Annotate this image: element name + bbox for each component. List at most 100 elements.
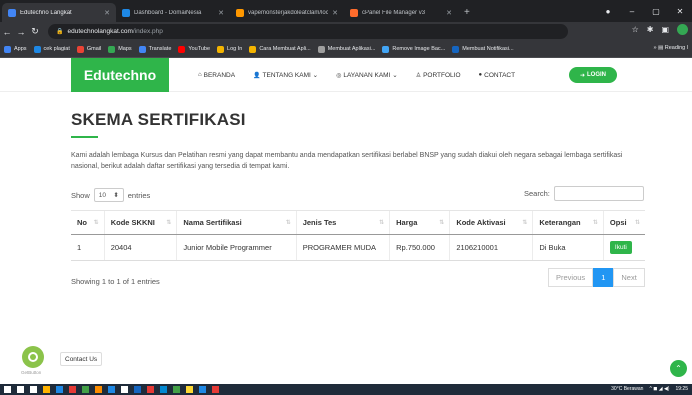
login-label: LOGIN (587, 72, 607, 78)
bookmark-label: Remove Image Bac... (392, 46, 446, 52)
table-header-row: No ⇅ Kode SKKNI ⇅ Nama Sertifikasi ⇅ Jenis Tes… (71, 210, 645, 235)
forward-icon[interactable]: → (14, 27, 28, 37)
page-title: SKEMA SERTIFIKASI (71, 110, 246, 129)
taskbar-app-icon[interactable] (121, 386, 128, 393)
bookmark-item[interactable]: YouTube (178, 45, 211, 53)
browser-tab[interactable]: cPanel File Manager v3 ✕ (344, 3, 458, 22)
column-header[interactable]: Keterangan ⇅ (532, 210, 604, 235)
taskbar-app-icon[interactable] (199, 386, 206, 393)
previous-button[interactable]: Previous (548, 268, 594, 287)
next-button[interactable]: Next (613, 268, 645, 287)
contact-us-tooltip[interactable]: Contact Us (60, 352, 103, 366)
tray-icons[interactable]: ^ ◼ ◢ ◀) (649, 386, 669, 392)
maximize-button[interactable]: ▢ (644, 7, 668, 16)
bookmark-item[interactable]: Translate (138, 45, 172, 53)
reading-list[interactable]: » ▤ Reading l (653, 45, 688, 51)
taskbar-app-icon[interactable] (134, 386, 141, 393)
table-cell: Junior Mobile Programmer (176, 234, 297, 261)
brand-logo[interactable]: Edutechno (71, 58, 169, 92)
bookmark-item[interactable]: Membuat Notifikasi... (452, 45, 514, 53)
page-1-button[interactable]: 1 (593, 268, 614, 287)
sort-icon: ⇅ (285, 220, 291, 226)
column-header[interactable]: Nama Sertifikasi ⇅ (176, 210, 297, 235)
windows-start-icon[interactable] (4, 386, 11, 393)
taskbar-app-icon[interactable] (17, 386, 24, 393)
weather-status[interactable]: 30°C Berawan (611, 386, 643, 392)
taskbar-app-icon[interactable] (160, 386, 167, 393)
nav-item[interactable]: 👤 TENTANG KAMI ⌄ (253, 71, 318, 79)
taskbar-app-icon[interactable] (82, 386, 89, 393)
nav-item[interactable]: ⌂ BERANDA (198, 72, 235, 79)
column-header[interactable]: Opsi ⇅ (602, 210, 645, 235)
new-tab-button[interactable]: + (458, 3, 476, 22)
taskbar-app-icon[interactable] (212, 386, 219, 393)
profile-icon[interactable]: ● (596, 7, 620, 16)
taskbar-app-icon[interactable] (147, 386, 154, 393)
nav-item[interactable]: ◎ LAYANAN KAMI ⌄ (336, 71, 398, 79)
tab-close-icon[interactable]: ✕ (218, 9, 224, 17)
column-header[interactable]: Harga ⇅ (389, 210, 450, 235)
taskbar-app-icon[interactable] (43, 386, 50, 393)
entries-select[interactable]: 10 ⬍ (93, 188, 124, 202)
column-header-label: No (77, 218, 87, 227)
profile-avatar[interactable] (677, 24, 688, 35)
login-button[interactable]: ➜ LOGIN (569, 67, 617, 83)
table-cell: Rp.750.000 (389, 234, 450, 261)
nav-item-label: TENTANG KAMI ⌄ (262, 72, 319, 79)
scroll-to-top-button[interactable]: ⌃ (670, 360, 687, 377)
url-input[interactable]: 🔒 edutechnolangkat.com/index.php (48, 24, 568, 39)
tab-close-icon[interactable]: ✕ (446, 9, 452, 17)
login-icon: ➜ (579, 72, 586, 79)
taskbar-app-icon[interactable] (69, 386, 76, 393)
nav-item[interactable]: ● CONTACT (479, 72, 516, 79)
title-underline (71, 136, 98, 138)
bookmark-label: Cara Membuat Apli... (259, 46, 311, 52)
toolbar-actions: ☆ ✱ ▣ (632, 24, 688, 35)
taskbar-app-icon[interactable] (56, 386, 63, 393)
search-input[interactable] (553, 186, 644, 201)
browser-tab[interactable]: Dashboard - DomaiNesia ✕ (116, 3, 230, 22)
bookmark-favicon-icon (382, 45, 390, 53)
bookmark-label: Translate (148, 46, 172, 52)
bookmark-item[interactable]: Cara Membuat Apli... (249, 45, 311, 53)
table-cell: 2106210001 (449, 234, 533, 261)
taskbar-app-icon[interactable] (186, 386, 193, 393)
chat-widget-button[interactable] (22, 346, 44, 368)
ikuti-button[interactable]: Ikuti (609, 241, 632, 254)
bookmark-item[interactable]: cek plagiat (33, 45, 70, 53)
nav-item[interactable]: ♙ PORTFOLIO (416, 72, 461, 79)
taskbar-app-icon[interactable] (30, 386, 37, 393)
taskbar-app-icon[interactable] (108, 386, 115, 393)
tab-close-icon[interactable]: ✕ (104, 9, 110, 17)
bookmark-label: YouTube (188, 46, 211, 52)
bookmark-favicon-icon (317, 45, 325, 53)
tab-close-icon[interactable]: ✕ (332, 9, 338, 17)
column-header[interactable]: Kode SKKNI ⇅ (103, 210, 177, 235)
taskbar-app-icon[interactable] (173, 386, 180, 393)
sort-icon: ⇅ (379, 220, 385, 226)
close-window-button[interactable]: ✕ (668, 7, 692, 16)
browser-tab[interactable]: vapemonsterjakdoleatclam/localh...✕ (230, 3, 344, 22)
extensions-icon[interactable]: ✱ (647, 25, 654, 34)
bookmark-item[interactable]: Maps (108, 45, 132, 53)
bookmark-item[interactable]: Membuat Aplikasi... (317, 45, 375, 53)
entries-label: entries (127, 190, 151, 200)
browser-tab[interactable]: Edutechno Langkat ✕ (2, 3, 116, 22)
back-icon[interactable]: ← (0, 27, 14, 37)
bookmark-item[interactable]: Gmail (76, 45, 101, 53)
bookmark-star-icon[interactable]: ☆ (632, 25, 639, 34)
column-header[interactable]: Kode Aktivasi ⇅ (449, 210, 533, 235)
bookmark-item[interactable]: Apps (4, 45, 27, 53)
column-header[interactable]: No ⇅ (71, 210, 105, 235)
column-header[interactable]: Jenis Tes ⇅ (295, 210, 390, 235)
column-header-label: Jenis Tes (302, 218, 337, 227)
reload-icon[interactable]: ↻ (28, 26, 42, 37)
bookmark-item[interactable]: Log In (217, 45, 242, 53)
clock[interactable]: 19:25 (675, 386, 688, 392)
bookmark-favicon-icon (33, 45, 41, 53)
search-label: Search: (524, 189, 550, 198)
taskbar-app-icon[interactable] (95, 386, 102, 393)
bookmark-item[interactable]: Remove Image Bac... (382, 45, 446, 53)
minimize-button[interactable]: – (620, 7, 644, 16)
media-icon[interactable]: ▣ (661, 25, 669, 34)
